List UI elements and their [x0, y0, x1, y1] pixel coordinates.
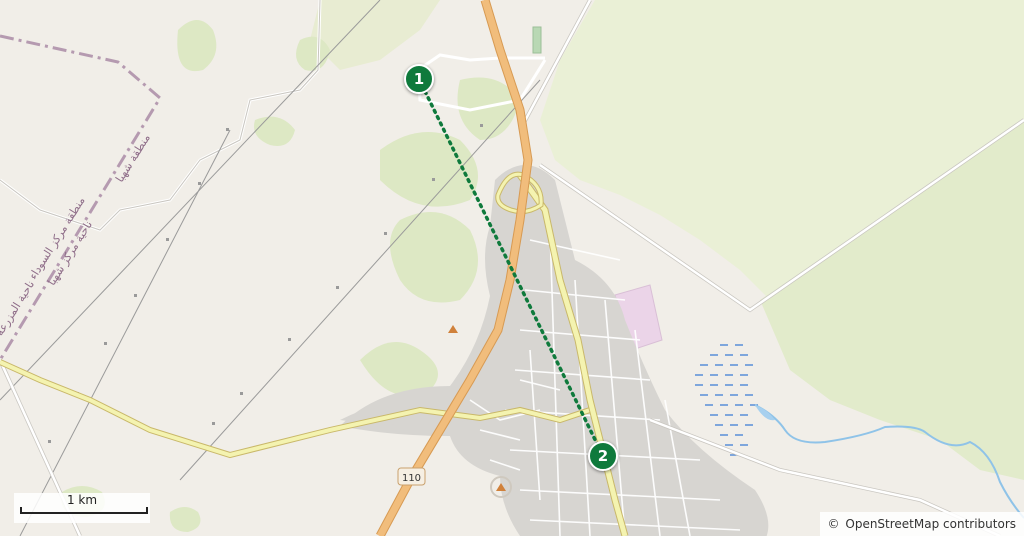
- road-shield-label: 110: [402, 473, 421, 484]
- copyright-symbol: ©: [827, 517, 840, 531]
- map-attribution: © OpenStreetMap contributors: [819, 512, 1024, 536]
- road-shield-110: 110: [397, 467, 426, 486]
- map-canvas[interactable]: 110 منطقة مركز السوداء منطقة شهبا ناحية …: [0, 0, 1024, 536]
- route-marker-1[interactable]: 1: [404, 64, 434, 94]
- scale-bar-label: 1 km: [66, 493, 98, 507]
- scale-bar-line: [20, 507, 148, 514]
- scale-bar: 1 km: [14, 493, 150, 523]
- route-marker-2[interactable]: 2: [588, 441, 618, 471]
- attribution-link[interactable]: OpenStreetMap contributors: [845, 517, 1016, 531]
- building-north: [532, 26, 542, 54]
